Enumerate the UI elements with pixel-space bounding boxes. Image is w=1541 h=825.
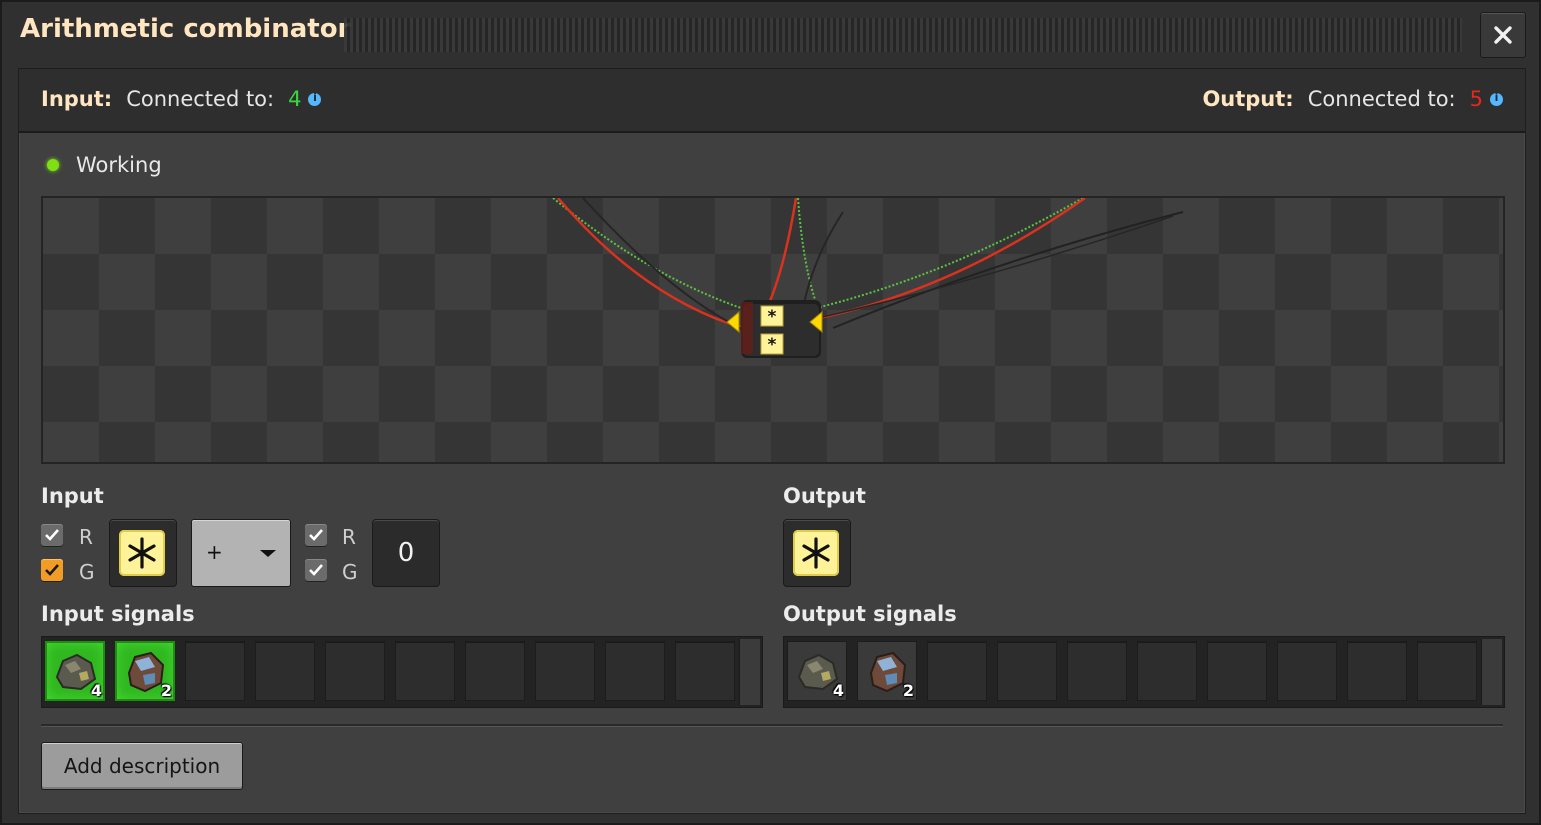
input-connected-count: 4 bbox=[288, 87, 302, 111]
svg-text:*: * bbox=[768, 335, 777, 355]
signal-count: 4 bbox=[832, 681, 844, 700]
entity-preview[interactable]: * * bbox=[41, 196, 1505, 464]
combinator-entity-preview: * * bbox=[552, 198, 1184, 358]
close-icon bbox=[1494, 26, 1512, 44]
checkmark-icon bbox=[45, 564, 59, 576]
input-left-green-label: G bbox=[79, 560, 95, 584]
signal-cell bbox=[535, 641, 595, 701]
svg-text:*: * bbox=[768, 307, 777, 327]
signal-cell[interactable]: 4 bbox=[45, 641, 105, 701]
signal-cell[interactable]: 2 bbox=[857, 641, 917, 701]
signal-cell bbox=[185, 641, 245, 701]
drag-handle[interactable] bbox=[344, 18, 1462, 52]
signal-cell bbox=[927, 641, 987, 701]
checkmark-icon bbox=[45, 529, 59, 541]
chevron-down-icon bbox=[260, 550, 276, 557]
signal-cell[interactable]: 4 bbox=[787, 641, 847, 701]
signal-cell bbox=[465, 641, 525, 701]
checkmark-icon bbox=[309, 529, 323, 541]
signal-cell bbox=[255, 641, 315, 701]
close-button[interactable] bbox=[1480, 12, 1526, 58]
input-left-signal-slot[interactable] bbox=[109, 519, 177, 587]
checkmark-icon bbox=[309, 564, 323, 576]
signal-cell bbox=[325, 641, 385, 701]
info-icon[interactable] bbox=[1490, 91, 1503, 106]
combinator-panel: Input: Connected to: 4 Output: Connected… bbox=[18, 68, 1526, 814]
status-light-icon bbox=[47, 159, 59, 171]
input-right-green-label: G bbox=[342, 560, 358, 584]
status-text: Working bbox=[76, 153, 162, 177]
input-connection: Input: Connected to: 4 bbox=[41, 87, 322, 111]
signal-cell[interactable]: 2 bbox=[115, 641, 175, 701]
signal-cell bbox=[1417, 641, 1477, 701]
info-icon[interactable] bbox=[308, 91, 322, 106]
output-connected-count: 5 bbox=[1469, 87, 1483, 111]
output-connection-label: Output: bbox=[1202, 87, 1294, 111]
input-right-red-label: R bbox=[342, 525, 356, 549]
input-signals-panel: 4 2 bbox=[41, 636, 763, 708]
arithmetic-combinator-window: Arithmetic combinator Input: Connected t… bbox=[0, 0, 1541, 825]
signal-cell bbox=[1347, 641, 1407, 701]
signal-cell bbox=[395, 641, 455, 701]
signal-cell bbox=[1277, 641, 1337, 701]
signal-count: 4 bbox=[90, 681, 102, 700]
input-signals-label: Input signals bbox=[41, 602, 195, 626]
input-section-label: Input bbox=[41, 484, 104, 508]
signal-cell bbox=[605, 641, 665, 701]
status-indicator: Working bbox=[47, 153, 162, 177]
signal-count: 2 bbox=[160, 681, 172, 700]
input-left-red-label: R bbox=[79, 525, 93, 549]
signal-cell bbox=[1207, 641, 1267, 701]
signal-cell bbox=[675, 641, 735, 701]
window-title: Arithmetic combinator bbox=[20, 14, 351, 44]
output-signals-panel: 4 2 bbox=[783, 636, 1505, 708]
output-connection: Output: Connected to: 5 bbox=[1202, 87, 1503, 111]
operator-value: + bbox=[206, 540, 223, 564]
input-signals-scrollbar[interactable] bbox=[739, 639, 760, 705]
asterisk-each-icon bbox=[119, 530, 165, 576]
output-signals-label: Output signals bbox=[783, 602, 957, 626]
constant-input[interactable]: 0 bbox=[372, 519, 440, 587]
add-description-button[interactable]: Add description bbox=[41, 742, 243, 790]
signal-count: 2 bbox=[902, 681, 914, 700]
connection-bar: Input: Connected to: 4 Output: Connected… bbox=[19, 69, 1525, 133]
asterisk-each-icon bbox=[793, 530, 839, 576]
input-left-red-checkbox[interactable] bbox=[41, 524, 63, 546]
titlebar[interactable]: Arithmetic combinator bbox=[0, 0, 1541, 68]
operator-dropdown[interactable]: + bbox=[191, 519, 291, 587]
output-section-label: Output bbox=[783, 484, 866, 508]
input-right-red-checkbox[interactable] bbox=[305, 524, 327, 546]
input-connection-label: Input: bbox=[41, 87, 113, 111]
output-signals-scrollbar[interactable] bbox=[1481, 639, 1502, 705]
input-left-green-checkbox[interactable] bbox=[41, 559, 63, 581]
divider bbox=[41, 724, 1503, 727]
signal-cell bbox=[997, 641, 1057, 701]
output-signal-slot[interactable] bbox=[783, 519, 851, 587]
input-right-green-checkbox[interactable] bbox=[305, 559, 327, 581]
output-connected-text: Connected to: bbox=[1307, 87, 1456, 111]
input-connected-text: Connected to: bbox=[126, 87, 275, 111]
signal-cell bbox=[1067, 641, 1127, 701]
signal-cell bbox=[1137, 641, 1197, 701]
